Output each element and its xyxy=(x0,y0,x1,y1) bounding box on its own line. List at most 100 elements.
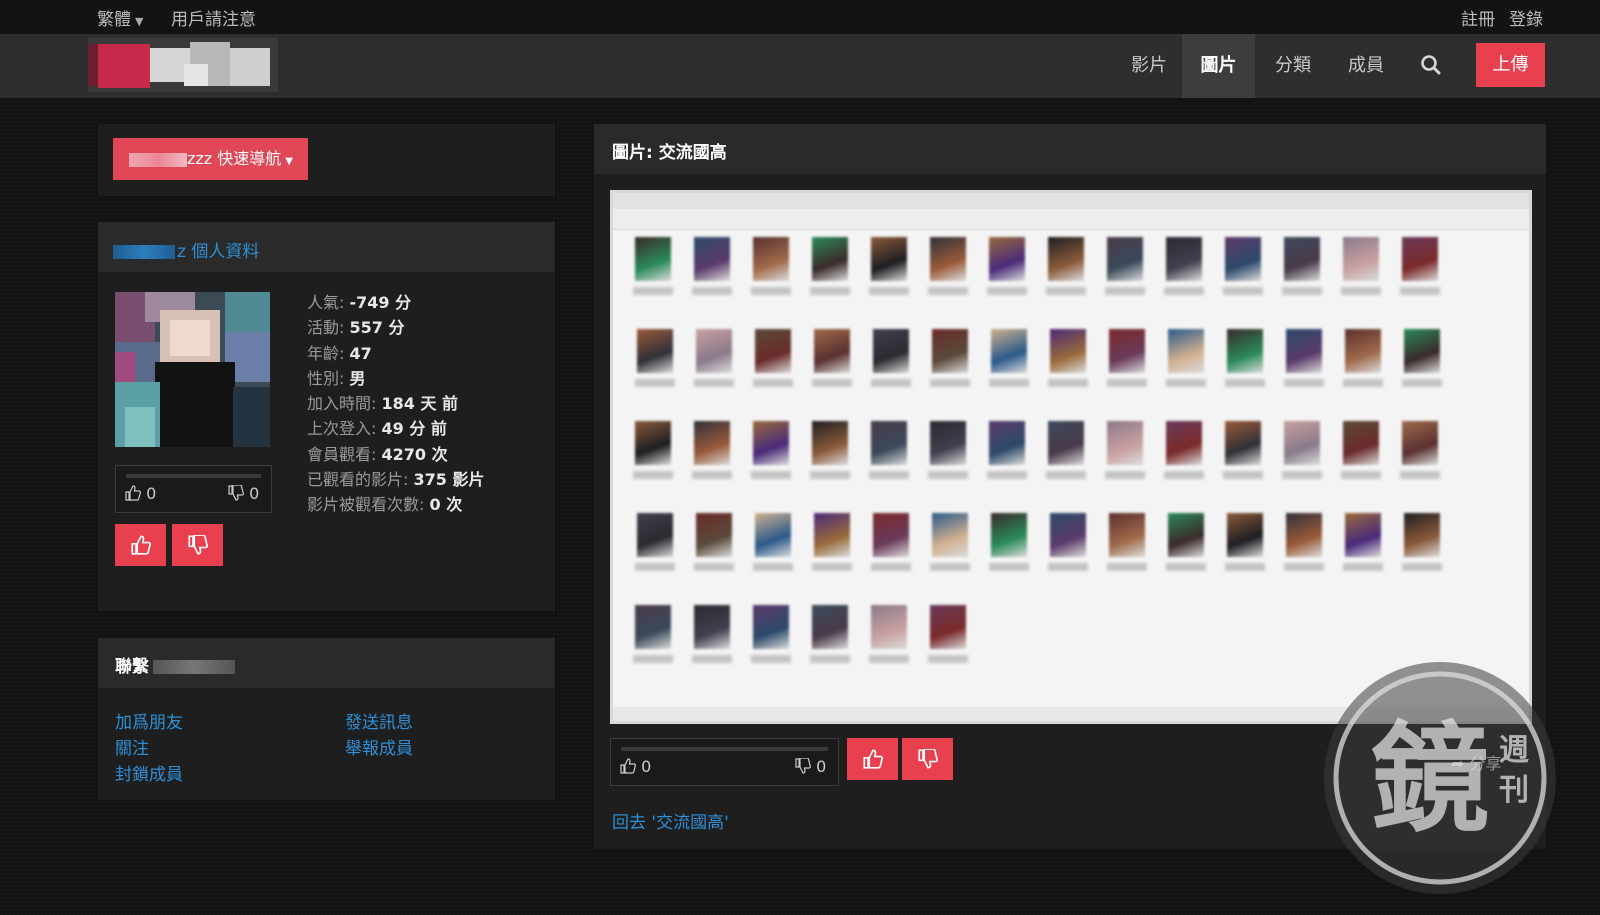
nav-categories[interactable]: 分類 xyxy=(1270,34,1316,98)
thumbnail xyxy=(991,329,1027,373)
stat-gender: 性別: 男 xyxy=(307,368,366,388)
user-notice-link[interactable]: 用戶請注意 xyxy=(171,5,256,30)
login-link[interactable]: 登錄 xyxy=(1509,5,1543,30)
upvote-value: 0 xyxy=(641,757,652,776)
thumbnail xyxy=(635,421,671,465)
thumbnail xyxy=(932,513,968,557)
thumbnail xyxy=(694,605,730,649)
thumbnail-caption xyxy=(753,563,793,571)
thumbnail-caption xyxy=(1402,563,1442,571)
blurred-username xyxy=(153,660,235,674)
thumbnail xyxy=(755,329,791,373)
window-titlebar xyxy=(613,193,1529,209)
upvote-count: 0 xyxy=(620,757,651,776)
like-user-button[interactable] xyxy=(115,524,166,566)
thumbnail-caption xyxy=(871,379,911,387)
nav-videos[interactable]: 影片 xyxy=(1126,34,1172,98)
thumbnail-caption xyxy=(1282,287,1322,295)
report-member-link[interactable]: 舉報成員 xyxy=(345,734,413,759)
add-friend-link[interactable]: 加爲朋友 xyxy=(115,708,183,733)
thumbnail-caption xyxy=(1164,287,1204,295)
thumbnail xyxy=(694,421,730,465)
site-logo[interactable] xyxy=(88,38,278,92)
image-panel-header: 圖片: 交流國高 xyxy=(594,124,1546,174)
thumbnail xyxy=(1050,329,1086,373)
contact-title: 聯繫 xyxy=(115,652,235,677)
thumbnail xyxy=(1168,513,1204,557)
thumbnail-caption xyxy=(869,655,909,663)
thumbnail xyxy=(753,421,789,465)
search-icon[interactable] xyxy=(1418,52,1444,78)
thumbnail-caption xyxy=(1046,471,1086,479)
window-toolbar xyxy=(613,209,1529,230)
upvote-value: 0 xyxy=(146,484,157,503)
thumbnail xyxy=(930,237,966,281)
thumbnail-caption xyxy=(1400,471,1440,479)
thumbnail xyxy=(1284,237,1320,281)
like-image-button[interactable] xyxy=(847,738,898,780)
thumbnail-caption xyxy=(871,563,911,571)
nav-members[interactable]: 成員 xyxy=(1343,34,1389,98)
block-member-link[interactable]: 封鎖成員 xyxy=(115,760,183,785)
downvote-value: 0 xyxy=(816,757,827,776)
thumbnail xyxy=(1050,513,1086,557)
downvote-count: 0 xyxy=(228,484,259,503)
thumbnail-caption xyxy=(1402,379,1442,387)
thumbnail-caption xyxy=(1282,471,1322,479)
thumbnail xyxy=(696,329,732,373)
thumbnail-caption xyxy=(810,655,850,663)
profile-title-label: z 個人資料 xyxy=(177,242,260,262)
stat-videos-watched: 已觀看的影片: 375 影片 xyxy=(307,470,485,490)
thumbnail xyxy=(1109,513,1145,557)
thumbnail xyxy=(1286,513,1322,557)
upload-button[interactable]: 上傳 xyxy=(1476,43,1545,87)
thumbnail xyxy=(635,605,671,649)
thumbnail-caption xyxy=(812,379,852,387)
thumbnail-caption xyxy=(694,379,734,387)
follow-link[interactable]: 關注 xyxy=(115,734,149,759)
thumbnail xyxy=(1225,237,1261,281)
thumbnail-caption xyxy=(1166,563,1206,571)
thumbnail xyxy=(1286,329,1322,373)
main-navbar: 影片 圖片 分類 成員 上傳 xyxy=(0,34,1600,98)
thumbs-up-icon xyxy=(862,749,883,769)
back-to-album-link[interactable]: 回去 '交流國高' xyxy=(612,808,729,833)
thumbnail xyxy=(873,329,909,373)
thumbnail-caption xyxy=(928,471,968,479)
thumbnail-caption xyxy=(635,379,675,387)
thumbnail-caption xyxy=(635,563,675,571)
language-selector[interactable]: 繁體 ▼ xyxy=(97,5,143,30)
thumbnail-caption xyxy=(1225,563,1265,571)
stat-popularity: 人氣: -749 分 xyxy=(307,293,412,312)
nav-pictures[interactable]: 圖片 xyxy=(1182,34,1255,98)
thumbnail xyxy=(753,237,789,281)
watermark-main-glyph: 鏡 xyxy=(1371,710,1489,848)
thumbnail-caption xyxy=(987,287,1027,295)
publisher-watermark: 鏡 週 刊 xyxy=(1324,662,1556,894)
stat-video-views: 影片被觀看次數: 0 次 xyxy=(307,495,463,515)
thumbnail xyxy=(694,237,730,281)
dislike-user-button[interactable] xyxy=(172,524,223,566)
send-message-link[interactable]: 發送訊息 xyxy=(345,708,413,733)
stat-member-views: 會員觀看: 4270 次 xyxy=(307,444,448,464)
thumbnail-caption xyxy=(753,379,793,387)
posted-image[interactable] xyxy=(610,190,1532,724)
dislike-image-button[interactable] xyxy=(902,738,953,780)
register-link[interactable]: 註冊 xyxy=(1461,5,1495,30)
thumbnail xyxy=(1225,421,1261,465)
image-title: 圖片: 交流國高 xyxy=(612,143,727,163)
profile-title[interactable]: z 個人資料 xyxy=(113,237,259,262)
thumbnail-caption xyxy=(1284,563,1324,571)
watermark-sub-glyph-1: 週 xyxy=(1499,733,1529,768)
thumbnail xyxy=(753,605,789,649)
contact-panel-header: 聯繫 xyxy=(98,638,555,688)
image-vote-tally: 0 0 xyxy=(610,738,839,786)
thumbnail xyxy=(1343,421,1379,465)
top-bar: 繁體 ▼ 用戶請注意 註冊 登錄 xyxy=(0,0,1600,34)
thumbnail-caption xyxy=(1107,563,1147,571)
thumbnail-caption xyxy=(1341,471,1381,479)
avatar xyxy=(115,292,270,447)
thumbnail xyxy=(1107,421,1143,465)
thumbnail xyxy=(989,421,1025,465)
quick-nav-button[interactable]: zzz 快速導航 ▼ xyxy=(113,138,308,180)
